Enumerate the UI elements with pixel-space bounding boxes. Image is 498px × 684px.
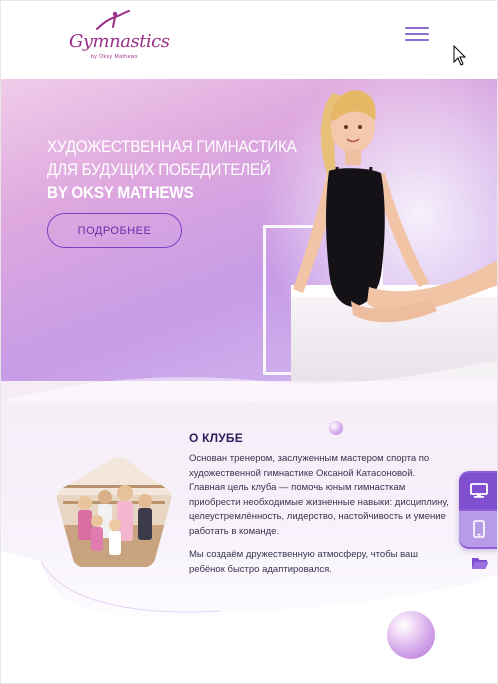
gymnast-silhouette-icon — [96, 10, 130, 30]
hero-title-line3: BY OKSY MATHEWS — [47, 183, 194, 202]
about-paragraph-1: Основан тренером, заслуженным мастером с… — [189, 453, 449, 537]
logo[interactable]: Gymnastics by Oksy Mathews — [69, 7, 170, 63]
more-details-button[interactable]: ПОДРОБНЕЕ — [47, 213, 182, 248]
about-paragraph-2: Мы создаём дружественную атмосферу, чтоб… — [189, 549, 418, 575]
hamburger-menu-icon[interactable] — [405, 27, 431, 43]
page: ХУДОЖЕСТВЕННАЯ ГИМНАСТИКА ДЛЯ БУДУЩИХ ПО… — [0, 0, 498, 684]
mobile-view-button[interactable] — [459, 511, 497, 547]
hero-title-line1: ХУДОЖЕСТВЕННАЯ ГИМНАСТИКА — [47, 137, 297, 156]
desktop-view-button[interactable] — [459, 473, 497, 509]
hero-title: ХУДОЖЕСТВЕННАЯ ГИМНАСТИКА ДЛЯ БУДУЩИХ ПО… — [47, 135, 297, 204]
folder-open-icon[interactable] — [471, 556, 489, 570]
hero-title-line2: ДЛЯ БУДУЩИХ ПОБЕДИТЕЛЕЙ — [47, 160, 271, 179]
mouse-cursor-icon — [453, 45, 467, 66]
decorative-ball-large — [387, 611, 435, 659]
logo-text: Gymnastics — [69, 31, 170, 52]
club-photo — [56, 457, 172, 567]
gymnast-photo — [293, 90, 497, 323]
monitor-icon — [470, 483, 488, 498]
smartphone-icon — [473, 520, 485, 538]
logo-subtitle: by Oksy Mathews — [91, 54, 138, 60]
device-switcher — [459, 471, 497, 549]
decorative-ball-small — [329, 421, 343, 435]
hero-section: ХУДОЖЕСТВЕННАЯ ГИМНАСТИКА ДЛЯ БУДУЩИХ ПО… — [1, 75, 497, 395]
about-title: О КЛУБЕ — [189, 431, 243, 445]
site-header: Gymnastics by Oksy Mathews — [1, 1, 497, 79]
